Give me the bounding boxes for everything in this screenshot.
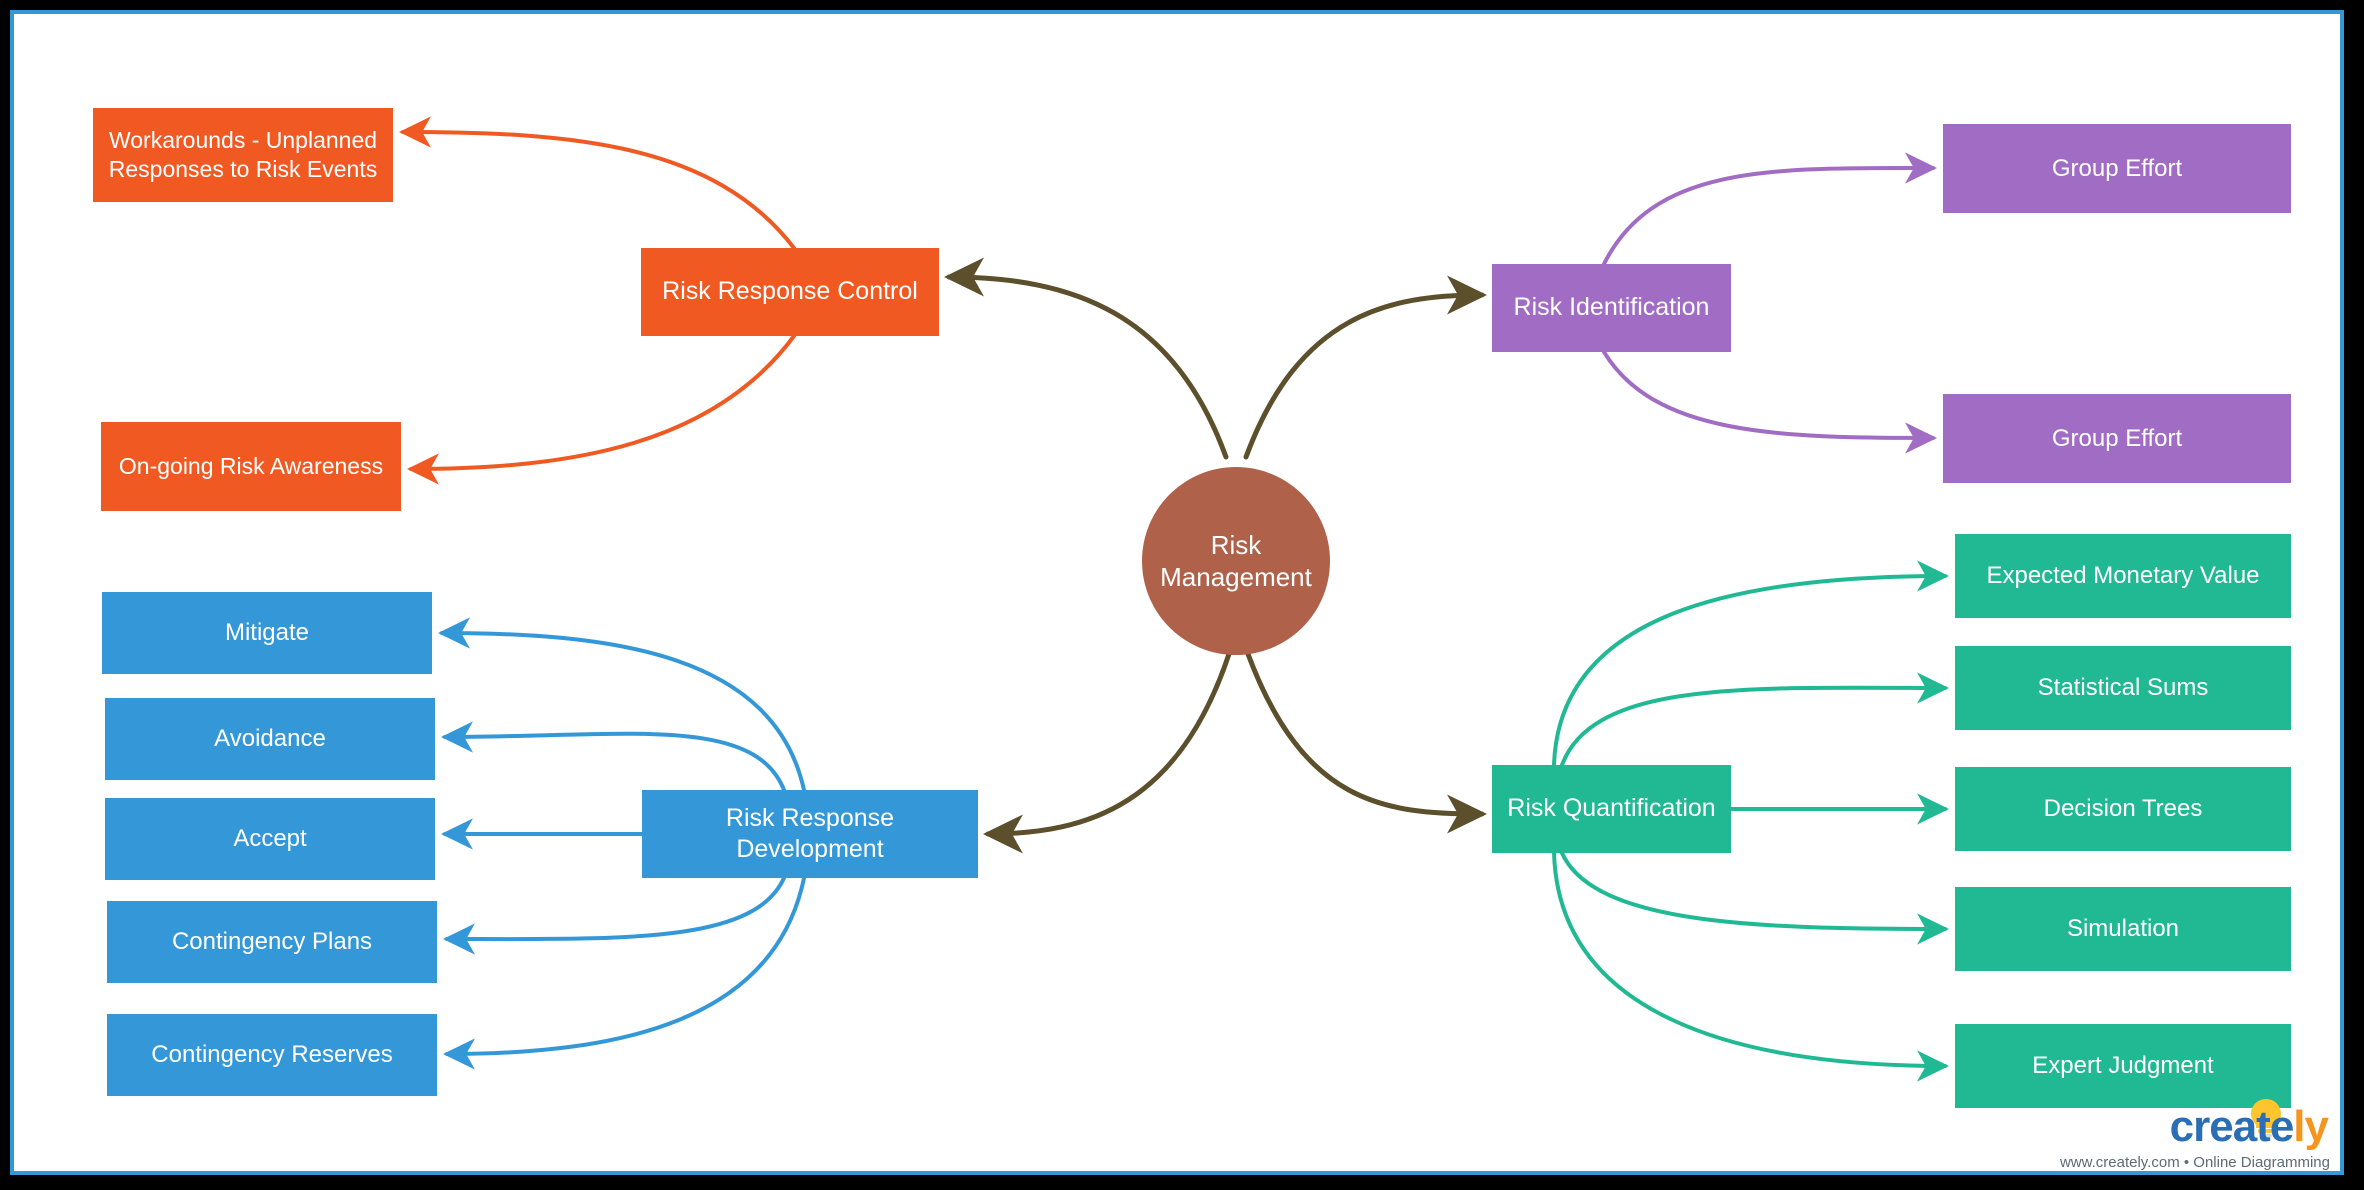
creately-logo: creately www.creately.com • Online Diagr… bbox=[2060, 1097, 2334, 1173]
node-label-ssums: Statistical Sums bbox=[2037, 674, 2209, 701]
diagram-stage: Risk Management Risk Response Control Work… bbox=[14, 14, 2348, 1179]
node-center[interactable]: Risk Management bbox=[1142, 467, 1330, 655]
node-label-simul: Simulation bbox=[2066, 915, 2180, 942]
node-simul[interactable]: Simulation bbox=[1955, 887, 2291, 971]
logo-word-ly: ly bbox=[2293, 1102, 2329, 1151]
connector-rq-to-simul bbox=[1560, 851, 1949, 945]
connector-rrc-to-work bbox=[399, 116, 796, 250]
screenshot-canvas: Risk Management Risk Response Control Work… bbox=[0, 0, 2364, 1190]
node-label-cres: Contingency Reserves bbox=[151, 1041, 393, 1068]
node-mitigate[interactable]: Mitigate bbox=[102, 592, 432, 674]
node-label-work: Workarounds - Unplanned Responses to Ris… bbox=[108, 127, 378, 182]
connector-center-to-rrc bbox=[944, 257, 1229, 460]
connector-center-to-rid bbox=[1243, 275, 1487, 460]
logo-wordmark: creately bbox=[2169, 1102, 2329, 1151]
node-rrd[interactable]: Risk Response Development bbox=[642, 790, 978, 878]
node-label-ge1: Group Effort bbox=[2051, 154, 2183, 182]
node-rrc[interactable]: Risk Response Control bbox=[641, 248, 939, 336]
connector-rq-to-expj bbox=[1552, 851, 1949, 1082]
node-work[interactable]: Workarounds - Unplanned Responses to Ris… bbox=[93, 108, 393, 202]
node-rq[interactable]: Risk Quantification bbox=[1492, 765, 1731, 853]
connector-rq-to-ssums bbox=[1560, 672, 1949, 767]
node-label-center: Risk Management bbox=[1160, 529, 1312, 593]
node-label-accept: Accept bbox=[233, 825, 307, 852]
node-label-rid: Risk Identification bbox=[1513, 293, 1710, 322]
node-cplans[interactable]: Contingency Plans bbox=[107, 901, 437, 983]
node-label-rq: Risk Quantification bbox=[1507, 794, 1716, 823]
connector-rrc-to-ongoing bbox=[407, 334, 796, 485]
node-label-rrc: Risk Response Control bbox=[662, 277, 918, 306]
connector-center-to-rrd bbox=[983, 651, 1232, 854]
node-avoid[interactable]: Avoidance bbox=[105, 698, 435, 780]
diagram-frame: Risk Management Risk Response Control Work… bbox=[10, 10, 2344, 1175]
node-ge2[interactable]: Group Effort bbox=[1943, 394, 2291, 483]
node-label-mitigate: Mitigate bbox=[224, 619, 310, 646]
connector-rid-to-ge2 bbox=[1602, 350, 1937, 454]
node-label-emv: Expected Monetary Value bbox=[1986, 562, 2260, 589]
node-dtrees[interactable]: Decision Trees bbox=[1955, 767, 2291, 851]
node-label-rrd: Risk Response Development bbox=[725, 803, 895, 863]
connector-rrd-to-cres bbox=[443, 876, 806, 1070]
node-expj[interactable]: Expert Judgment bbox=[1955, 1024, 2291, 1108]
node-label-cplans: Contingency Plans bbox=[171, 928, 373, 955]
node-label-ge2: Group Effort bbox=[2051, 424, 2183, 452]
node-label-dtrees: Decision Trees bbox=[2043, 795, 2203, 822]
node-emv[interactable]: Expected Monetary Value bbox=[1955, 534, 2291, 618]
node-rid[interactable]: Risk Identification bbox=[1492, 264, 1731, 352]
connector-center-to-rq bbox=[1245, 651, 1487, 834]
node-label-avoid: Avoidance bbox=[214, 725, 326, 752]
logo-word-creat: creat bbox=[2169, 1102, 2271, 1151]
node-cres[interactable]: Contingency Reserves bbox=[107, 1014, 437, 1096]
connector-rq-to-emv bbox=[1552, 560, 1949, 767]
connector-rrd-to-mitigate bbox=[438, 617, 806, 792]
node-ssums[interactable]: Statistical Sums bbox=[1955, 646, 2291, 730]
node-ongoing[interactable]: On-going Risk Awareness bbox=[101, 422, 401, 511]
connector-rid-to-ge1 bbox=[1602, 152, 1937, 266]
node-label-ongoing: On-going Risk Awareness bbox=[118, 453, 384, 480]
node-label-expj: Expert Judgment bbox=[2032, 1052, 2214, 1079]
logo-tagline: www.creately.com • Online Diagramming bbox=[2059, 1154, 2330, 1171]
node-ge1[interactable]: Group Effort bbox=[1943, 124, 2291, 213]
connector-rrd-to-avoid bbox=[441, 721, 786, 792]
node-accept[interactable]: Accept bbox=[105, 798, 435, 880]
logo-word-e: e bbox=[2269, 1102, 2295, 1151]
connector-rrd-to-cplans bbox=[443, 876, 786, 955]
